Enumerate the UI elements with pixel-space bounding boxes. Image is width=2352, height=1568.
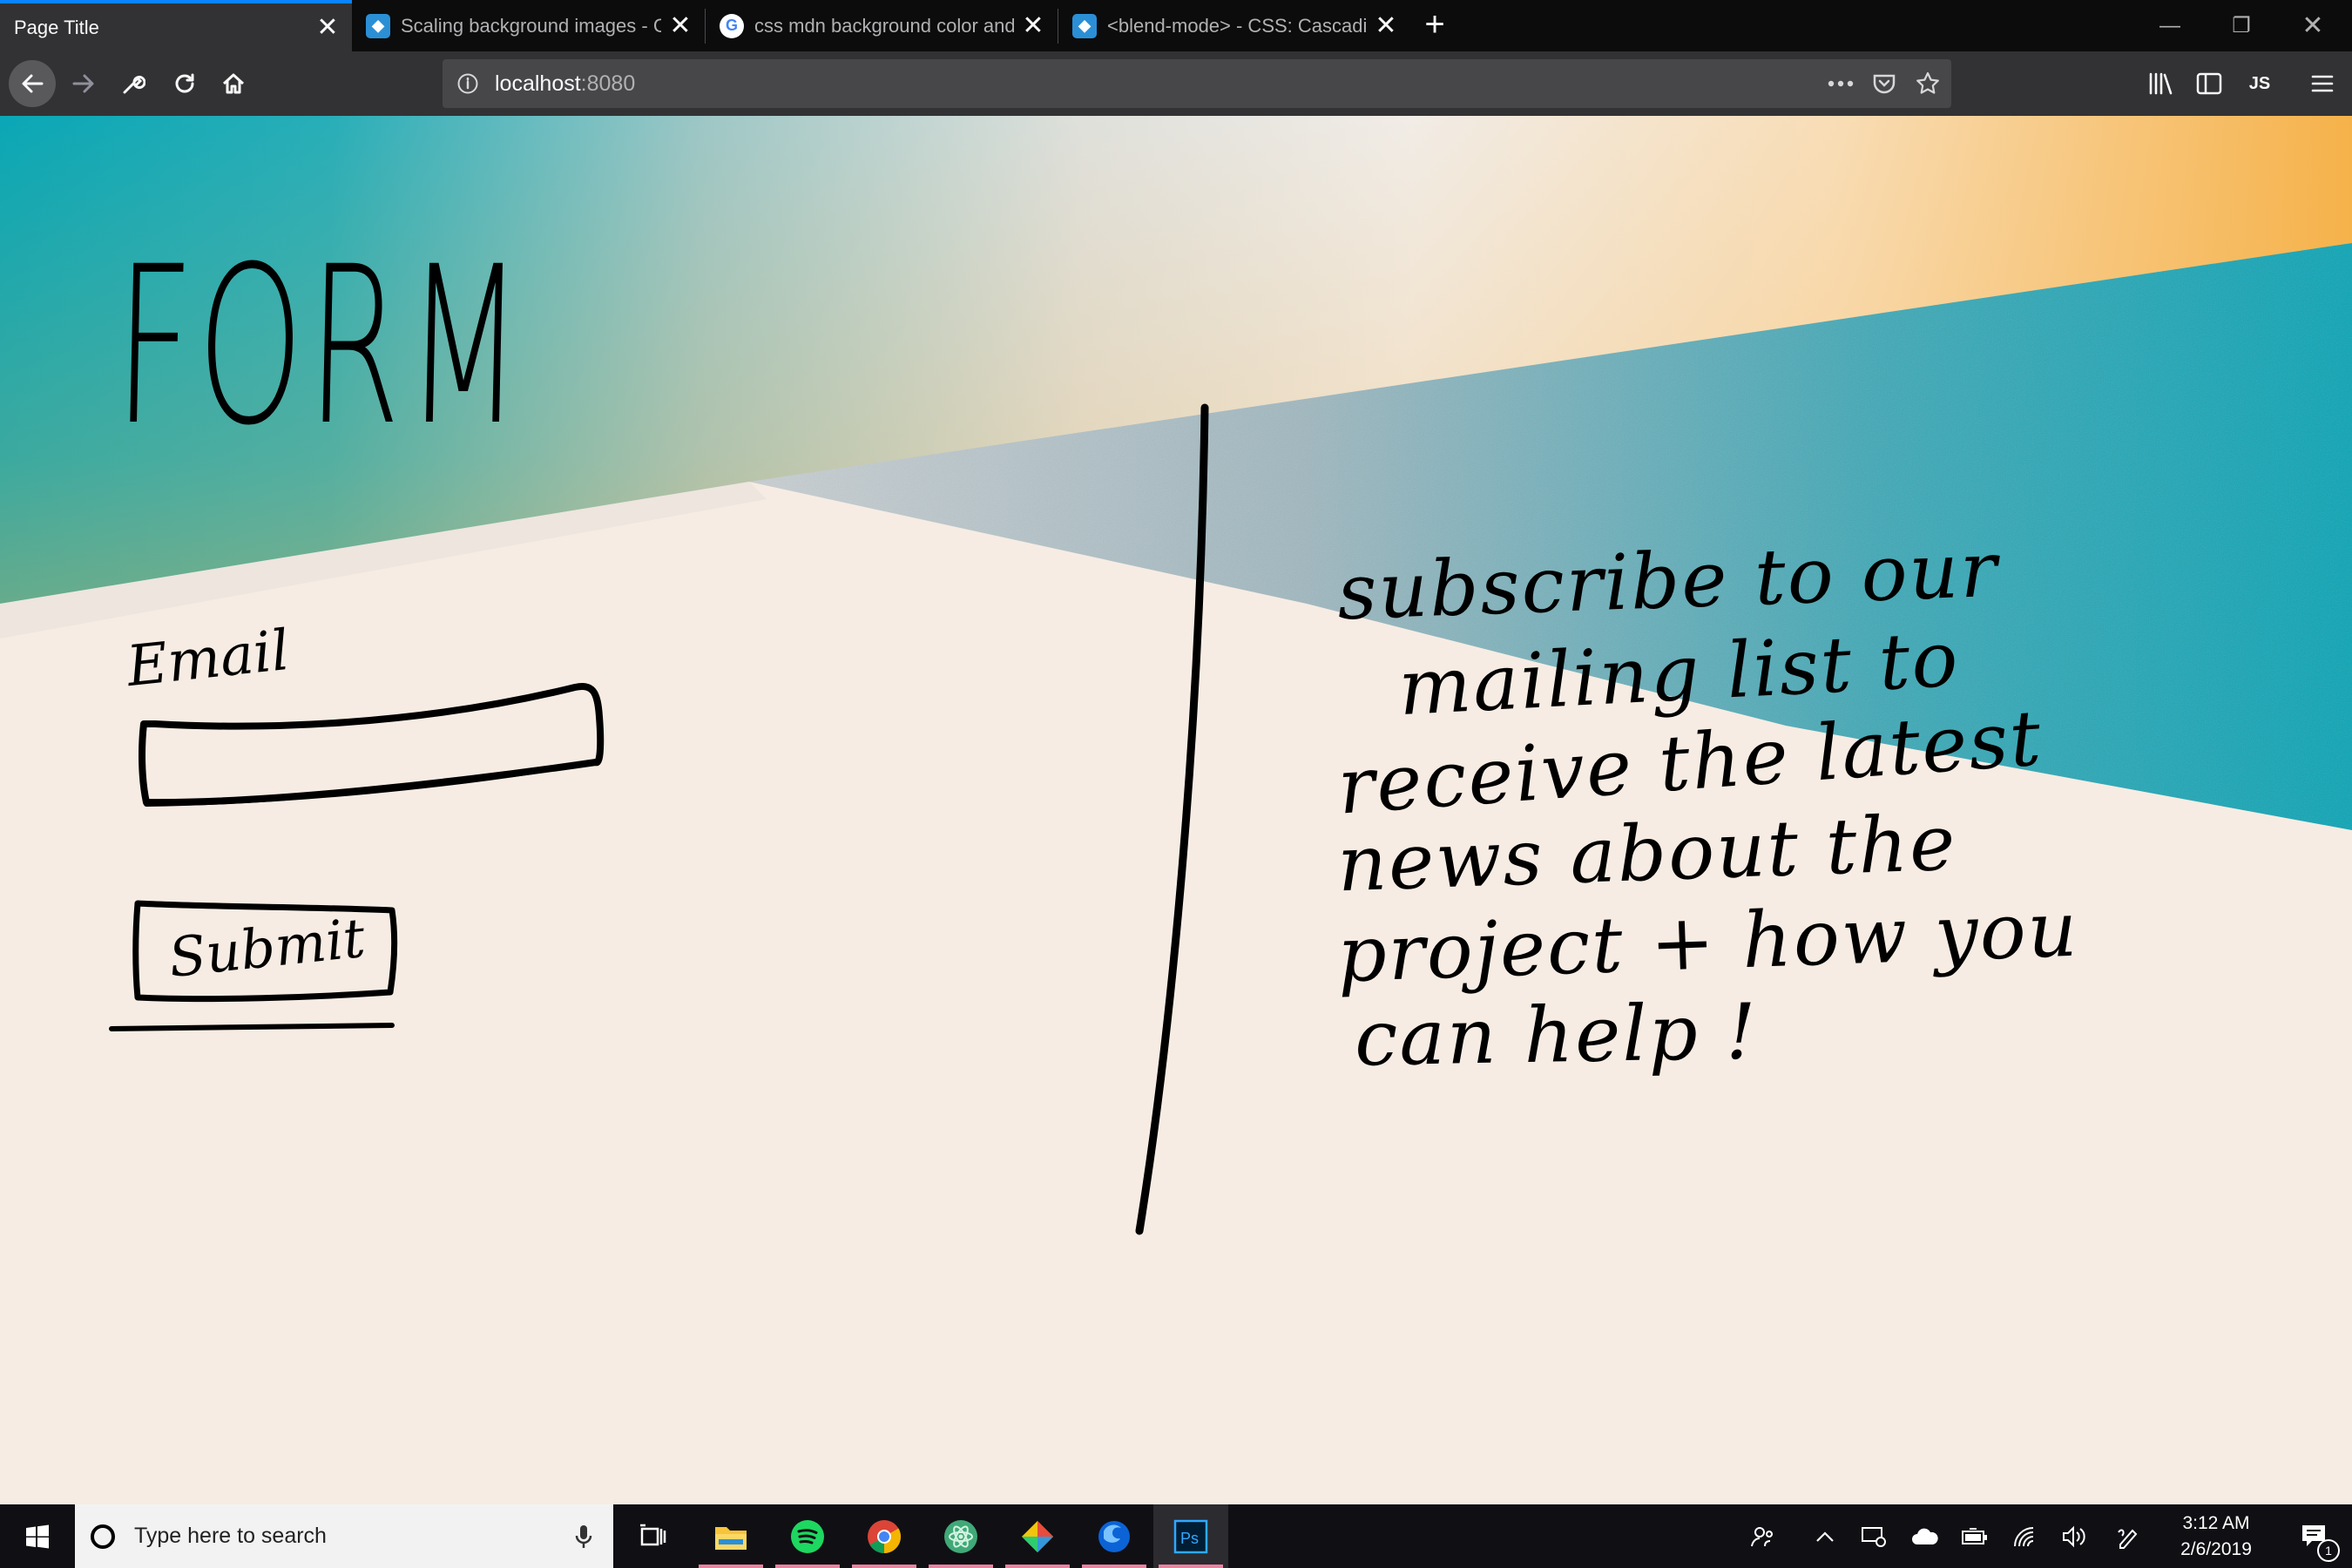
notification-count: 1 — [2317, 1539, 2340, 1562]
active-app-indicator — [1005, 1565, 1070, 1568]
microphone-icon[interactable] — [566, 1524, 601, 1550]
tab-title: Scaling background images - C — [401, 14, 661, 37]
file-explorer-app[interactable] — [693, 1504, 768, 1568]
close-tab-icon[interactable]: ✕ — [1021, 11, 1045, 40]
firefox-developer-app[interactable] — [1077, 1504, 1152, 1568]
address-bar[interactable]: localhost:8080 — [443, 59, 1951, 108]
reload-icon — [175, 73, 194, 93]
taskbar-search-box[interactable]: Type here to search — [75, 1504, 613, 1568]
clock-time: 3:12 AM — [2182, 1512, 2250, 1533]
minimize-icon[interactable]: — — [2134, 0, 2206, 51]
spotify-icon — [791, 1519, 824, 1553]
library-icon[interactable] — [2143, 66, 2178, 101]
sidebar-icon[interactable] — [2192, 66, 2227, 101]
form-heading: FORM — [112, 220, 530, 473]
subscribe-message: subscribe to our mailing list to receive… — [1335, 524, 2104, 1084]
mdn-icon: ◆ — [366, 13, 390, 38]
arrow-right-icon — [72, 74, 94, 93]
site-info-icon[interactable] — [456, 72, 483, 95]
wifi-icon[interactable] — [2000, 1504, 2051, 1568]
active-app-indicator — [775, 1565, 840, 1568]
search-placeholder: Type here to search — [134, 1524, 327, 1548]
js-extension-icon[interactable]: JS — [2242, 66, 2277, 101]
reload-button[interactable] — [162, 61, 207, 106]
new-tab-icon[interactable]: + — [1416, 5, 1454, 44]
sourcetree-app[interactable] — [1000, 1504, 1075, 1568]
cortana-icon — [91, 1524, 115, 1549]
back-button[interactable] — [9, 60, 56, 107]
tab-title: css mdn background color and — [754, 14, 1014, 37]
menu-icon[interactable] — [2305, 66, 2340, 101]
show-hidden-icons-button[interactable] — [1800, 1504, 1850, 1568]
pocket-icon[interactable] — [1867, 66, 1902, 101]
bookmark-star-icon[interactable] — [1910, 66, 1945, 101]
atom-icon — [944, 1519, 977, 1553]
atom-app[interactable] — [923, 1504, 998, 1568]
tab-title: Page Title — [14, 16, 99, 38]
close-tab-icon[interactable]: ✕ — [315, 13, 340, 42]
tab-blend-mode[interactable]: ◆ <blend-mode> - CSS: Cascadin ✕ — [1058, 0, 1410, 51]
google-icon: G — [720, 13, 744, 38]
windows-logo-icon — [26, 1524, 49, 1548]
start-button[interactable] — [0, 1504, 75, 1568]
chrome-app[interactable] — [847, 1504, 922, 1568]
forward-button[interactable] — [61, 61, 106, 106]
people-icon[interactable] — [1737, 1504, 1788, 1568]
url-host: localhost — [495, 71, 581, 96]
active-app-indicator — [929, 1565, 993, 1568]
subscribe-line: can help ! — [1354, 986, 1759, 1084]
close-window-icon[interactable]: ✕ — [2277, 0, 2349, 51]
firefox-icon — [1098, 1520, 1130, 1552]
system-clock[interactable]: 3:12 AM 2/6/2019 — [2157, 1504, 2275, 1568]
mdn-icon: ◆ — [1072, 13, 1097, 38]
task-view-button[interactable] — [615, 1504, 690, 1568]
restore-icon[interactable]: ❐ — [2206, 0, 2277, 51]
tab-scaling-background-images[interactable]: ◆ Scaling background images - C ✕ — [352, 0, 705, 51]
folder-icon — [715, 1526, 747, 1550]
windows-taskbar: Type here to search Ps 3:12 AM 2/6/2019 … — [0, 1504, 2352, 1568]
button-underline — [109, 1023, 395, 1031]
tab-page-title[interactable]: Page Title ✕ — [0, 0, 352, 51]
chrome-icon — [868, 1519, 902, 1553]
wrench-icon — [123, 76, 145, 94]
active-app-indicator — [1082, 1565, 1146, 1568]
display-icon[interactable] — [1848, 1504, 1899, 1568]
home-icon — [222, 73, 245, 94]
spotify-app[interactable] — [770, 1504, 845, 1568]
active-app-indicator — [1159, 1565, 1223, 1568]
action-center-button[interactable]: 1 — [2277, 1504, 2352, 1568]
task-view-icon — [640, 1524, 666, 1545]
tab-bar: Page Title ✕ ◆ Scaling background images… — [0, 0, 2352, 51]
tab-css-mdn-search[interactable]: G css mdn background color and ✕ — [706, 0, 1058, 51]
url-port: :8080 — [580, 71, 636, 96]
svg-text:Ps: Ps — [1180, 1530, 1199, 1547]
chevron-up-icon — [1816, 1531, 1834, 1542]
close-tab-icon[interactable]: ✕ — [668, 11, 693, 40]
pen-ink-workspace-icon[interactable] — [2103, 1504, 2153, 1568]
clock-date: 2/6/2019 — [2180, 1538, 2252, 1559]
volume-icon[interactable] — [2049, 1504, 2099, 1568]
battery-icon[interactable] — [1950, 1504, 2000, 1568]
photoshop-icon: Ps — [1173, 1519, 1208, 1553]
active-app-indicator — [699, 1565, 763, 1568]
page-actions-icon[interactable] — [1823, 66, 1858, 101]
active-app-indicator — [852, 1565, 916, 1568]
tab-title: <blend-mode> - CSS: Cascadin — [1107, 14, 1367, 37]
developer-tools-button[interactable] — [110, 61, 155, 106]
web-page: FORM Email Submit subscribe to our maili… — [0, 116, 2352, 1504]
git-client-icon — [1022, 1520, 1053, 1552]
arrow-left-icon — [22, 74, 44, 93]
close-tab-icon[interactable]: ✕ — [1374, 11, 1398, 40]
home-button[interactable] — [211, 61, 256, 106]
onedrive-icon[interactable] — [1899, 1504, 1950, 1568]
photoshop-app[interactable]: Ps — [1153, 1504, 1228, 1568]
